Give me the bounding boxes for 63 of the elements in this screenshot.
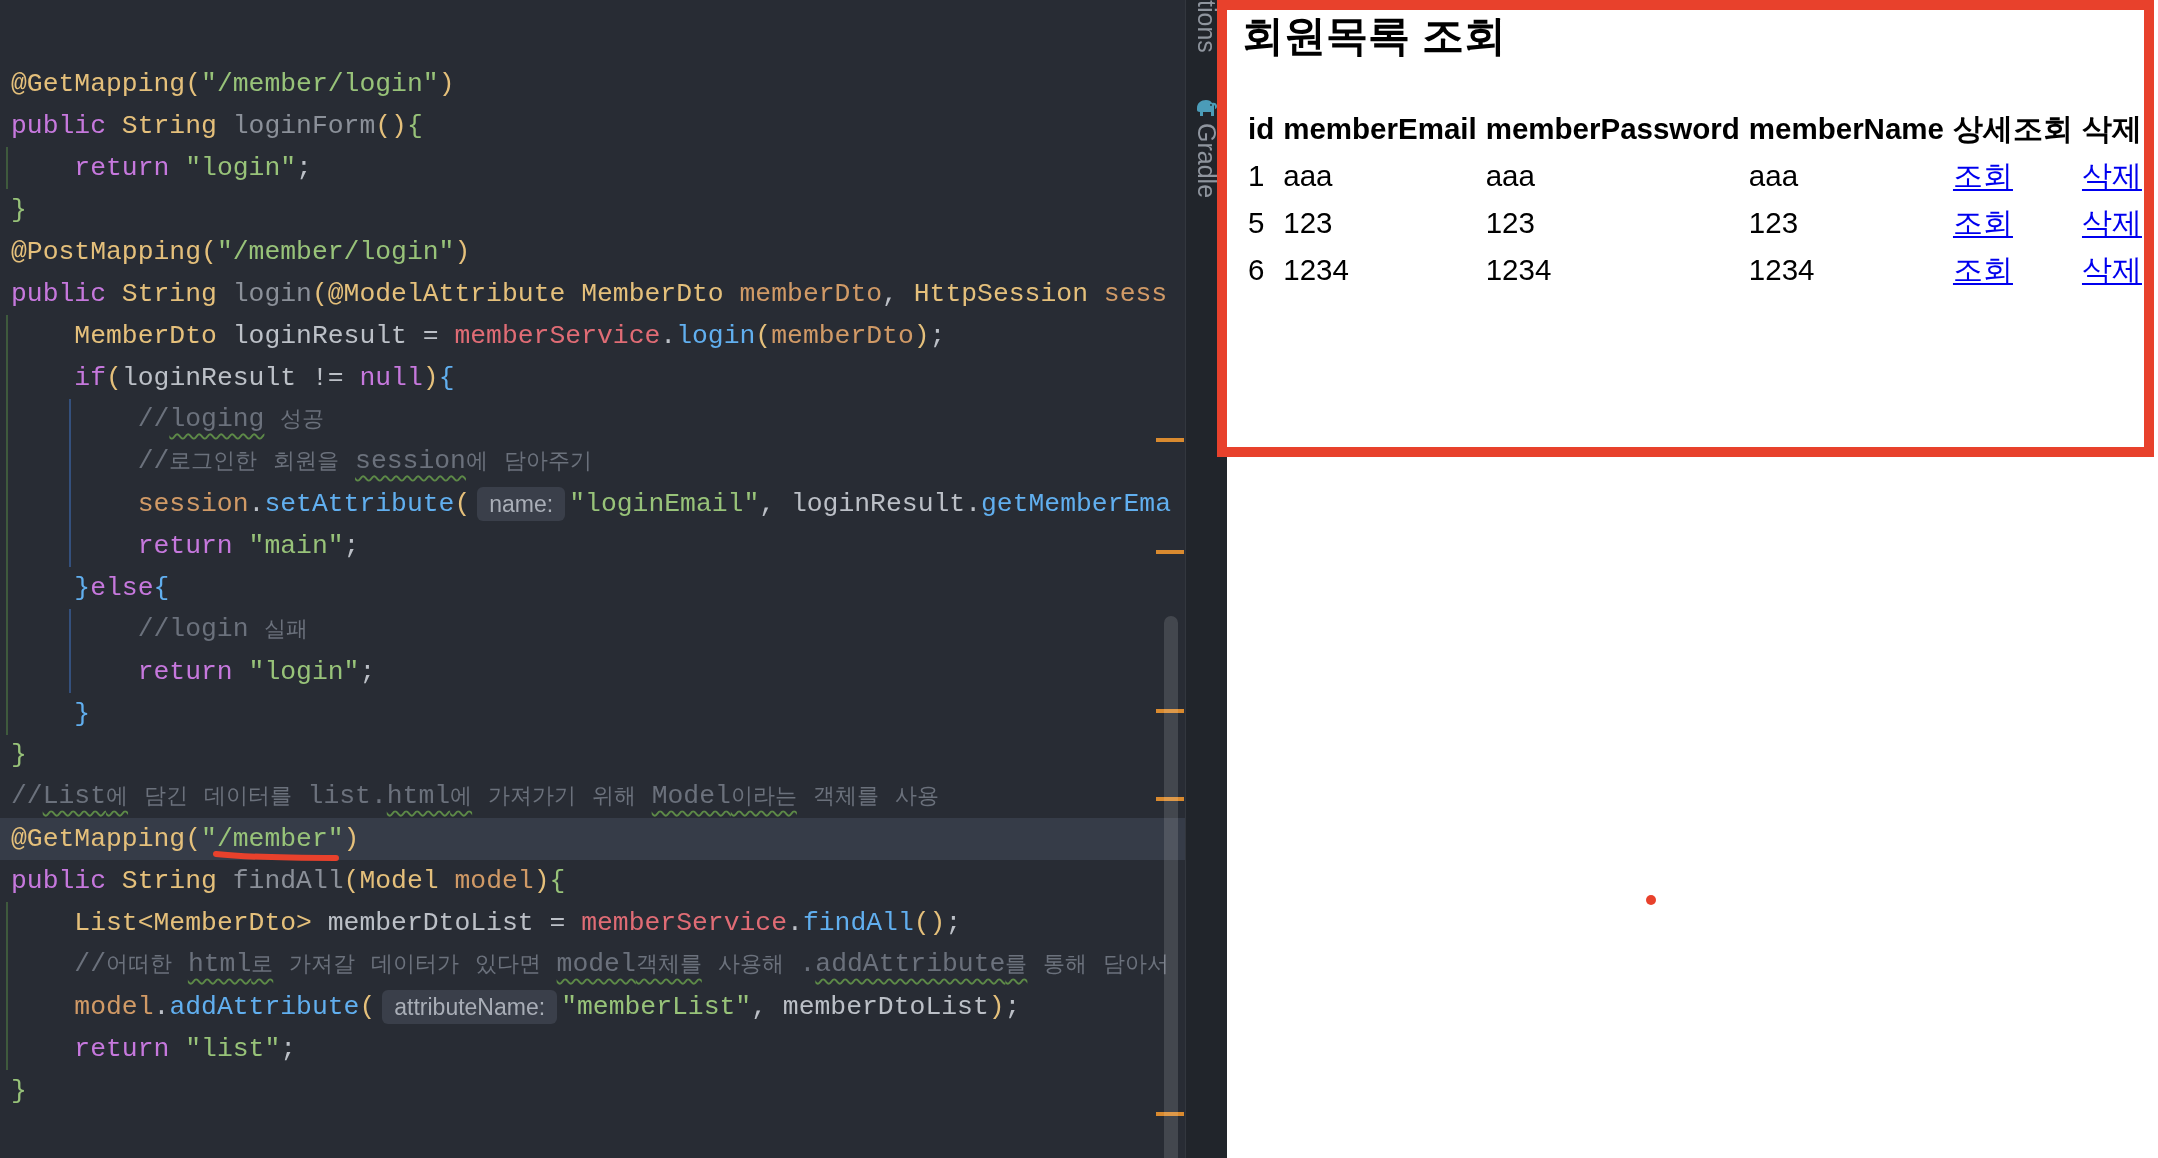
code-line: } [74, 700, 91, 727]
stripe-marker-icon [1156, 709, 1184, 713]
code-line: public String findAll(Model model){ [11, 868, 566, 895]
code-text: "loginEmail", loginResult.getMemberEma [569, 490, 1172, 517]
table-cell-text: 123 [1485, 205, 1536, 241]
code-line: @PostMapping("/member/login") [11, 238, 471, 265]
table-cell-text: 123 [1748, 205, 1800, 241]
detail-link[interactable]: 조회 [1952, 206, 2013, 239]
code-line: //로그인한 회원을 session에 담아주기 [137, 447, 592, 476]
code-line: List<MemberDto> memberDtoList = memberService.findAll(); [74, 910, 962, 937]
table-cell-text: aaa [1748, 158, 1800, 194]
code-text: "memberList", memberDtoList); [561, 994, 1021, 1021]
code-line: //List에 담긴 데이터를 list.html에 가져가기 위해 Model이라는 객체를 사용 [11, 783, 939, 812]
tool-window-tab[interactable]: tions [1194, 0, 1219, 53]
stripe-marker-icon [1156, 438, 1184, 442]
code-line: return "main"; [137, 532, 360, 559]
column-header: 상세조회 [1952, 111, 2073, 147]
code-text: model.addAttribute( [74, 994, 376, 1021]
scrollbar-thumb[interactable] [1164, 616, 1178, 1158]
column-header: memberEmail [1283, 111, 1477, 147]
tool-window-tab[interactable]: Gradle [1194, 96, 1219, 198]
code-line: //login 실패 [137, 615, 309, 644]
dot-icon [1646, 895, 1656, 905]
code-line: @GetMapping("/member/login") [11, 71, 455, 97]
detail-link[interactable]: 조회 [1952, 159, 2013, 192]
table-cell-text: 1234 [1283, 252, 1350, 288]
table-cell-text: aaa [1283, 158, 1334, 194]
column-header: memberName [1748, 111, 1944, 147]
column-header: memberPassword [1485, 111, 1740, 147]
code-line: @GetMapping("/member") [11, 826, 360, 853]
parameter-hint: attributeName: [382, 990, 558, 1025]
stripe-marker-icon [1156, 550, 1184, 554]
delete-link[interactable]: 삭제 [2081, 206, 2142, 239]
detail-link[interactable]: 조회 [1952, 253, 2013, 286]
table-cell-text: 1234 [1485, 252, 1553, 288]
page-heading: 회원목록 조회 [1242, 11, 1507, 61]
parameter-hint: name: [477, 486, 566, 521]
code-text: session.setAttribute( [137, 490, 471, 517]
column-header: id [1248, 111, 1275, 147]
table-cell-text: 1234 [1748, 252, 1816, 288]
table-cell-text: aaa [1485, 158, 1536, 194]
code-line: } [11, 742, 27, 769]
table-cell-text: 1 [1248, 158, 1266, 194]
table-cell-text: 123 [1283, 205, 1334, 241]
code-line: return "login"; [137, 658, 376, 685]
code-line: return "list"; [74, 1036, 297, 1063]
code-line: return "login"; [74, 154, 312, 181]
column-header: 삭제 [2081, 111, 2142, 147]
code-line: public String login(@ModelAttribute MemberDto memberDto, HttpSession sess [11, 280, 1168, 307]
delete-link[interactable]: 삭제 [2081, 159, 2142, 192]
code-line: } [11, 196, 27, 223]
code-line: public String loginForm(){ [11, 112, 423, 139]
stripe-marker-icon [1156, 797, 1184, 801]
code-line: } [11, 1078, 27, 1105]
code-line: //loging 성공 [137, 405, 325, 434]
code-line: //어떠한 html로 가져갈 데이터가 있다면 model객체를 사용해 .addAttribute를 통해 담아서 [74, 951, 1170, 980]
table-cell-text: 6 [1248, 252, 1266, 288]
code-line: }else{ [74, 574, 170, 601]
code-line: MemberDto loginResult = memberService.login(memberDto); [74, 322, 946, 349]
stripe-marker-icon [1156, 1112, 1184, 1116]
code-line: if(loginResult != null){ [74, 364, 455, 391]
delete-link[interactable]: 삭제 [2081, 253, 2142, 286]
table-cell-text: 5 [1248, 205, 1266, 241]
